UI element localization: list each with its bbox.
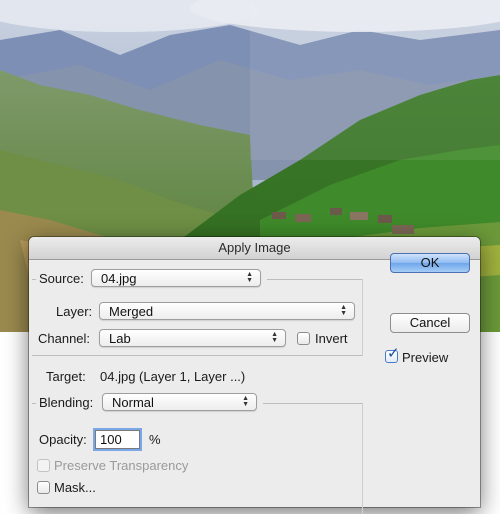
updown-chevron-icon: ▲ ▼ [340,304,347,317]
blending-label: Blending: [39,395,94,410]
mask-checkbox[interactable] [37,481,50,494]
channel-popup[interactable]: Lab ▲ ▼ [99,329,286,347]
blending-groupbox-topline-left [32,403,36,404]
preview-checkbox[interactable]: ✓ [385,346,400,363]
mask-label: Mask... [54,480,96,495]
opacity-input[interactable]: 100 [95,430,140,449]
updown-chevron-icon: ▲ ▼ [271,331,278,344]
cancel-button[interactable]: Cancel [390,313,470,333]
updown-chevron-icon: ▲ ▼ [242,395,249,408]
preserve-transparency-checkbox[interactable] [37,459,50,472]
layer-popup[interactable]: Merged ▲ ▼ [99,302,355,320]
source-groupbox-topline-left [32,279,36,280]
blending-groupbox [263,403,363,514]
invert-label: Invert [315,331,348,346]
source-groupbox-topline [267,279,362,280]
channel-label: Channel: [38,331,91,346]
preview-label: Preview [402,350,449,365]
opacity-label: Opacity: [39,432,87,447]
checkmark-icon: ✓ [387,345,400,362]
layer-value: Merged [109,304,154,319]
source-popup[interactable]: 04.jpg ▲ ▼ [91,269,261,287]
invert-checkbox[interactable] [297,332,310,345]
target-label: Target: [46,369,86,384]
preserve-transparency-label: Preserve Transparency [54,458,189,473]
ok-button[interactable]: OK [390,253,470,273]
layer-label: Layer: [56,304,93,319]
apply-image-dialog: Apply Image Source: 04.jpg ▲ ▼ Layer: Mer… [29,237,480,514]
updown-chevron-icon: ▲ ▼ [246,271,253,284]
blending-value: Normal [112,395,154,410]
blending-popup[interactable]: Normal ▲ ▼ [102,393,257,411]
source-value: 04.jpg [101,271,137,286]
channel-value: Lab [109,331,131,346]
opacity-unit: % [149,432,161,447]
target-value: 04.jpg (Layer 1, Layer ...) [100,369,246,384]
